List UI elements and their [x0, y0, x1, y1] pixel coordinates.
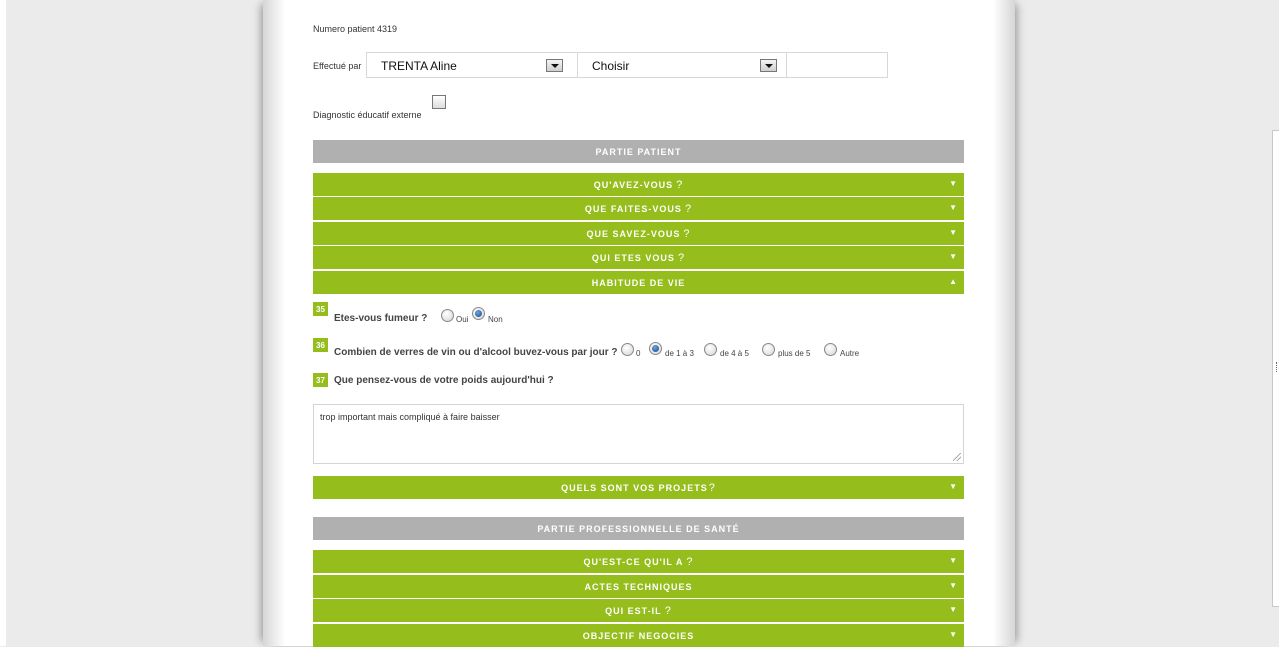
- radio-4-5-label: de 4 à 5: [720, 349, 749, 358]
- accordion-title: QU'AVEZ-VOUS: [593, 179, 674, 190]
- accordion-title: QU'EST-CE QU'IL A: [583, 556, 684, 567]
- page-shadow-right: [993, 0, 1015, 646]
- triangle-down-icon: ▼: [949, 203, 958, 212]
- radio-oui[interactable]: [441, 309, 454, 322]
- triangle-down-icon: ▼: [949, 556, 958, 565]
- accordion-title: QUELS SONT VOS PROJETS: [561, 482, 708, 493]
- window-left-edge: [0, 0, 6, 646]
- question-number: 35: [313, 302, 328, 316]
- triangle-down-icon: ▼: [949, 252, 958, 261]
- accordion-actes[interactable]: ACTES TECHNIQUES ▼: [313, 575, 964, 598]
- accordion-quietes[interactable]: QUI ETES VOUS? ▼: [313, 246, 964, 269]
- question-mark: ?: [686, 555, 694, 568]
- question-mark: ?: [677, 251, 686, 264]
- accordion-quiestil[interactable]: QUI EST-IL? ▼: [313, 599, 964, 622]
- accordion-quesavez[interactable]: QUE SAVEZ-VOUS? ▼: [313, 222, 964, 245]
- radio-non-label: Non: [488, 315, 503, 324]
- question-number: 37: [313, 373, 328, 387]
- question-37-text: Que pensez-vous de votre poids aujourd'h…: [334, 375, 554, 386]
- radio-4-5[interactable]: [704, 343, 717, 356]
- accordion-title: QUE SAVEZ-VOUS: [586, 228, 681, 239]
- radio-plus-5-label: plus de 5: [778, 349, 811, 358]
- accordion-title: ACTES TECHNIQUES: [584, 581, 693, 592]
- triangle-down-icon: ▼: [949, 605, 958, 614]
- section-title: PARTIE PROFESSIONNELLE DE SANTÉ: [537, 523, 740, 534]
- accordion-questcequila[interactable]: QU'EST-CE QU'IL A? ▼: [313, 550, 964, 573]
- triangle-down-icon: ▼: [949, 482, 958, 491]
- patient-number: Numero patient 4319: [313, 24, 398, 34]
- triangle-down-icon: ▼: [949, 179, 958, 188]
- triangle-down-icon: ▼: [949, 581, 958, 590]
- diagnostic-label: Diagnostic éducatif externe: [313, 110, 422, 120]
- question-mark: ?: [664, 604, 672, 617]
- question-mark: ?: [708, 481, 716, 494]
- question-number: 36: [313, 338, 328, 352]
- accordion-quefaites[interactable]: QUE FAITES-VOUS? ▼: [313, 197, 964, 220]
- accordion-title: QUI EST-IL: [605, 605, 662, 616]
- triangle-down-icon: ▼: [949, 228, 958, 237]
- accordion-objectif[interactable]: OBJECTIF NEGOCIES ▼: [313, 624, 964, 647]
- poids-answer-textarea[interactable]: trop important mais compliqué à faire ba…: [313, 404, 964, 464]
- chevron-down-icon[interactable]: [546, 59, 563, 72]
- diagnostic-checkbox[interactable]: [432, 95, 446, 109]
- accordion-title: OBJECTIF NEGOCIES: [582, 630, 695, 641]
- question-36-text: Combien de verres de vin ou d'alcool buv…: [334, 347, 618, 358]
- radio-0[interactable]: [621, 343, 634, 356]
- radio-1-3[interactable]: [649, 342, 662, 355]
- accordion-title: HABITUDE DE VIE: [591, 277, 686, 288]
- section-partie-pro: PARTIE PROFESSIONNELLE DE SANTÉ: [313, 517, 964, 540]
- radio-0-label: 0: [636, 349, 641, 358]
- radio-1-3-label: de 1 à 3: [665, 349, 694, 358]
- accordion-title: QUE FAITES-VOUS: [584, 203, 682, 214]
- radio-autre-label: Autre: [840, 349, 860, 358]
- radio-non[interactable]: [472, 307, 485, 320]
- radio-autre[interactable]: [824, 343, 837, 356]
- question-mark: ?: [676, 178, 684, 191]
- accordion-title: QUI ETES VOUS: [591, 252, 675, 263]
- radio-plus-5[interactable]: [762, 343, 775, 356]
- page-shadow-left: [263, 0, 285, 646]
- select-value: TRENTA Aline: [381, 59, 457, 73]
- radio-oui-label: Oui: [456, 315, 469, 324]
- section-partie-patient: PARTIE PATIENT: [313, 140, 964, 163]
- question-35-text: Etes-vous fumeur ?: [334, 313, 428, 324]
- resize-handle-icon[interactable]: [953, 453, 961, 461]
- question-mark: ?: [684, 202, 693, 215]
- effectue-par-label: Effectué par: [313, 61, 362, 71]
- textarea-value: trop important mais compliqué à faire ba…: [320, 412, 500, 422]
- triangle-up-icon: ▲: [949, 277, 958, 286]
- question-mark: ?: [683, 227, 691, 240]
- accordion-habitude[interactable]: HABITUDE DE VIE ▲: [313, 271, 964, 294]
- accordion-quavez[interactable]: QU'AVEZ-VOUS? ▼: [313, 173, 964, 196]
- select-value: Choisir: [592, 59, 630, 73]
- second-select[interactable]: Choisir: [577, 52, 787, 78]
- triangle-down-icon: ▼: [949, 630, 958, 639]
- section-title: PARTIE PATIENT: [595, 146, 682, 157]
- chevron-down-icon[interactable]: [760, 59, 777, 72]
- accordion-projets[interactable]: QUELS SONT VOS PROJETS? ▼: [313, 476, 964, 499]
